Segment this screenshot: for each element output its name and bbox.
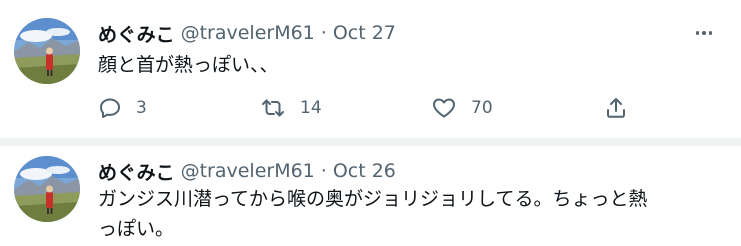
tweet[interactable]: めぐみこ @travelerM61 · Oct 27 顔と首が熱っぽい、、 3 (0, 0, 741, 138)
tweet-actions: 3 14 70 (98, 95, 638, 121)
tweet-text-line: っぽい。 (98, 218, 175, 240)
share-icon (604, 96, 628, 120)
tweet-header: めぐみこ @travelerM61 · Oct 26 (98, 158, 396, 184)
share-button[interactable] (604, 95, 628, 121)
more-icon[interactable] (693, 22, 715, 44)
reply-button[interactable]: 3 (98, 95, 147, 121)
author-name[interactable]: めぐみこ (98, 158, 175, 185)
like-count: 70 (471, 98, 493, 118)
separator: · (320, 22, 327, 44)
heart-icon (431, 96, 457, 120)
reply-count: 3 (136, 98, 147, 118)
retweet-count: 14 (300, 98, 322, 118)
tweet-date[interactable]: Oct 27 (333, 22, 396, 44)
tweet[interactable]: めぐみこ @travelerM61 · Oct 26 ガンジス川潜ってから喉の奥… (0, 146, 741, 246)
tweet-text: 顔と首が熱っぽい、、 (98, 54, 279, 76)
tweet-text: ガンジス川潜ってから喉の奥がジョリジョリしてる。ちょっと熱 っぽい。 (98, 184, 728, 244)
retweet-icon (260, 96, 286, 120)
separator: · (320, 160, 327, 182)
tweet-date[interactable]: Oct 26 (333, 160, 396, 182)
divider (0, 138, 741, 146)
avatar[interactable] (14, 156, 80, 222)
like-button[interactable]: 70 (431, 95, 493, 121)
tweet-text-line: ガンジス川潜ってから喉の奥がジョリジョリしてる。ちょっと熱 (98, 188, 648, 210)
author-handle[interactable]: @travelerM61 (181, 160, 315, 182)
tweet-header: めぐみこ @travelerM61 · Oct 27 (98, 20, 396, 46)
retweet-button[interactable]: 14 (260, 95, 322, 121)
author-handle[interactable]: @travelerM61 (181, 22, 315, 44)
reply-icon (98, 96, 122, 120)
author-name[interactable]: めぐみこ (98, 20, 175, 47)
avatar[interactable] (14, 18, 80, 84)
